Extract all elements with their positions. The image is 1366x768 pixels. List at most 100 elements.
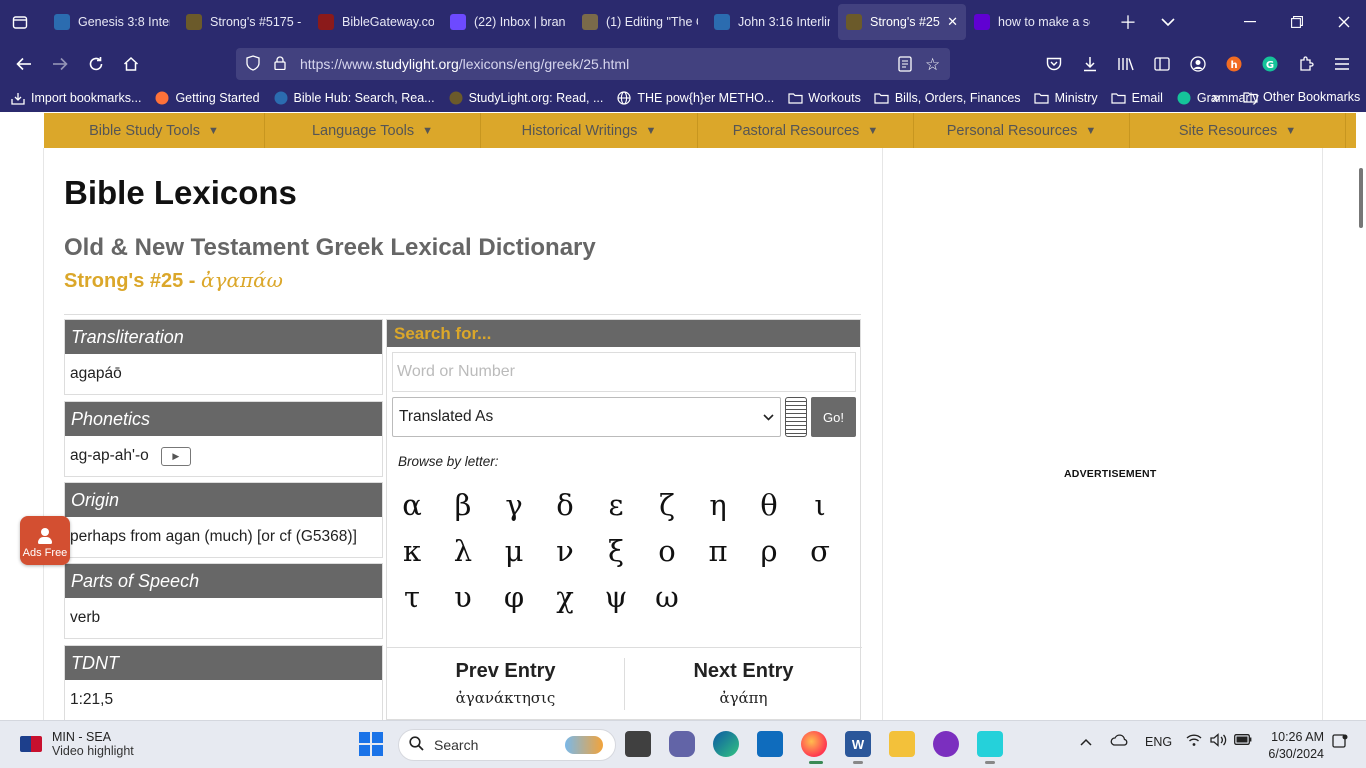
reload-icon[interactable] <box>84 52 108 76</box>
sidebar-icon[interactable] <box>1150 52 1174 76</box>
page-scrollbar[interactable] <box>1356 112 1366 720</box>
site-menu-item[interactable]: Personal Resources ▼ <box>914 113 1130 148</box>
widget-news[interactable]: MIN - SEA Video highlight <box>20 730 134 758</box>
site-menu-item[interactable]: Language Tools ▼ <box>265 113 481 148</box>
tab[interactable]: (1) Editing "The C <box>574 4 706 40</box>
tab-list-icon[interactable] <box>0 0 40 44</box>
ads-free-button[interactable]: Ads Free <box>20 516 70 565</box>
next-entry-link[interactable]: Next Entry ἀγάπη <box>625 648 862 720</box>
home-icon[interactable] <box>119 52 143 76</box>
bookmark-item[interactable]: Email <box>1111 91 1163 105</box>
wifi-icon[interactable] <box>1186 733 1202 750</box>
hamburger-menu-icon[interactable] <box>1330 52 1354 76</box>
greek-letter-link[interactable]: η <box>698 488 738 522</box>
chevron-down-icon[interactable] <box>1156 10 1180 34</box>
volume-icon[interactable] <box>1210 733 1228 750</box>
notifications-icon[interactable] <box>1332 734 1348 751</box>
greek-letter-link[interactable]: ο <box>647 534 687 568</box>
greek-keyboard-icon[interactable] <box>785 397 807 437</box>
greek-letter-link[interactable]: ι <box>800 488 840 522</box>
site-menu-item[interactable]: Historical Writings ▼ <box>481 113 698 148</box>
greek-letter-link[interactable]: μ <box>494 534 534 568</box>
play-pronunciation-button[interactable]: ▶ <box>160 446 191 466</box>
new-tab-icon[interactable]: ＋ <box>1116 10 1140 34</box>
extension-honey-icon[interactable]: h <box>1222 52 1246 76</box>
greek-letter-link[interactable]: ε <box>596 488 636 522</box>
search-input[interactable] <box>392 352 856 392</box>
site-menu-item[interactable]: Pastoral Resources ▼ <box>698 113 914 148</box>
go-button[interactable]: Go! <box>811 397 856 437</box>
lock-icon[interactable] <box>274 55 286 73</box>
downloads-icon[interactable] <box>1078 52 1102 76</box>
windows-start-icon[interactable] <box>358 731 384 757</box>
minimize-window-button[interactable] <box>1236 10 1264 34</box>
greek-letter-link[interactable]: β <box>443 488 483 522</box>
bookmark-item[interactable]: StudyLight.org: Read, ... <box>448 91 603 105</box>
greek-letter-link[interactable]: κ <box>392 534 432 568</box>
language-indicator[interactable]: ENG <box>1145 735 1172 749</box>
firefox-icon[interactable] <box>801 731 827 757</box>
greek-letter-link[interactable]: α <box>392 488 432 522</box>
tab[interactable]: (22) Inbox | brand <box>442 4 574 40</box>
extensions-puzzle-icon[interactable] <box>1294 52 1318 76</box>
tab[interactable]: BibleGateway.com <box>310 4 442 40</box>
teams-chat-icon[interactable] <box>669 731 695 757</box>
other-bookmarks-folder[interactable]: Other Bookmarks <box>1242 90 1360 104</box>
scrollbar-thumb[interactable] <box>1359 168 1363 228</box>
greek-letter-link[interactable]: ξ <box>596 534 636 568</box>
greek-letter-link[interactable]: χ <box>545 580 585 614</box>
show-hidden-icons-chevron[interactable] <box>1080 735 1092 749</box>
greek-letter-link[interactable]: ω <box>647 580 687 614</box>
pocket-icon[interactable] <box>1042 52 1066 76</box>
greek-letter-link[interactable]: π <box>698 534 738 568</box>
prev-entry-link[interactable]: Prev Entry ἀγανάκτησις <box>387 648 624 720</box>
restore-window-button[interactable] <box>1283 10 1311 34</box>
tab[interactable]: Genesis 3:8 Interl <box>46 4 178 40</box>
battery-icon[interactable] <box>1234 734 1252 748</box>
taskbar-search-box[interactable]: Search <box>398 729 616 761</box>
greek-letter-link[interactable]: φ <box>494 580 534 614</box>
extension-grammarly-icon[interactable]: G <box>1258 52 1282 76</box>
file-explorer-icon[interactable] <box>889 731 915 757</box>
bookmark-item[interactable]: Workouts <box>787 91 861 105</box>
site-menu-item[interactable]: Site Resources ▼ <box>1130 113 1346 148</box>
close-tab-icon[interactable]: ✕ <box>947 14 958 30</box>
back-arrow-icon[interactable] <box>12 52 36 76</box>
greek-letter-link[interactable]: τ <box>392 580 432 614</box>
greek-letter-link[interactable]: ν <box>545 534 585 568</box>
greek-letter-link[interactable]: υ <box>443 580 483 614</box>
task-view-icon[interactable] <box>625 731 651 757</box>
url-text[interactable]: https://www.studylight.org/lexicons/eng/… <box>300 56 629 72</box>
word-icon[interactable]: W <box>845 731 871 757</box>
bookmark-item[interactable]: Bible Hub: Search, Rea... <box>273 91 435 105</box>
account-icon[interactable] <box>1186 52 1210 76</box>
greek-letter-link[interactable]: ρ <box>749 534 789 568</box>
close-window-button[interactable] <box>1330 10 1358 34</box>
reader-view-icon[interactable] <box>898 56 912 75</box>
greek-letter-link[interactable]: ψ <box>596 580 636 614</box>
bookmark-item[interactable]: Import bookmarks... <box>10 91 141 105</box>
forward-arrow-icon[interactable] <box>48 52 72 76</box>
greek-letter-link[interactable]: δ <box>545 488 585 522</box>
tab[interactable]: Strong's #5175 - <box>178 4 310 40</box>
greek-letter-link[interactable]: θ <box>749 488 789 522</box>
site-menu-item[interactable]: Bible Study Tools ▼ <box>44 113 265 148</box>
tab[interactable]: John 3:16 Interlin <box>706 4 838 40</box>
edge-browser-icon[interactable] <box>713 731 739 757</box>
greek-letter-link[interactable]: γ <box>494 488 534 522</box>
bookmark-item[interactable]: THE pow{h}er METHO... <box>616 91 774 105</box>
greek-letter-link[interactable]: ζ <box>647 488 687 522</box>
library-icon[interactable] <box>1114 52 1138 76</box>
bookmark-star-icon[interactable]: ☆ <box>925 55 940 75</box>
bookmark-item[interactable]: Ministry <box>1034 91 1098 105</box>
address-bar[interactable]: https://www.studylight.org/lexicons/eng/… <box>236 48 950 80</box>
greek-letter-link[interactable]: λ <box>443 534 483 568</box>
search-type-select[interactable]: Translated As <box>392 397 781 437</box>
system-clock[interactable]: 10:26 AM 6/30/2024 <box>1266 729 1324 763</box>
bookmark-item[interactable]: Getting Started <box>154 91 260 105</box>
amazon-music-icon[interactable] <box>977 731 1003 757</box>
bookmark-item[interactable]: Bills, Orders, Finances <box>874 91 1021 105</box>
app-icon[interactable] <box>933 731 959 757</box>
tab-active[interactable]: Strong's #25 - ✕ <box>838 4 966 40</box>
greek-letter-link[interactable]: σ <box>800 534 840 568</box>
